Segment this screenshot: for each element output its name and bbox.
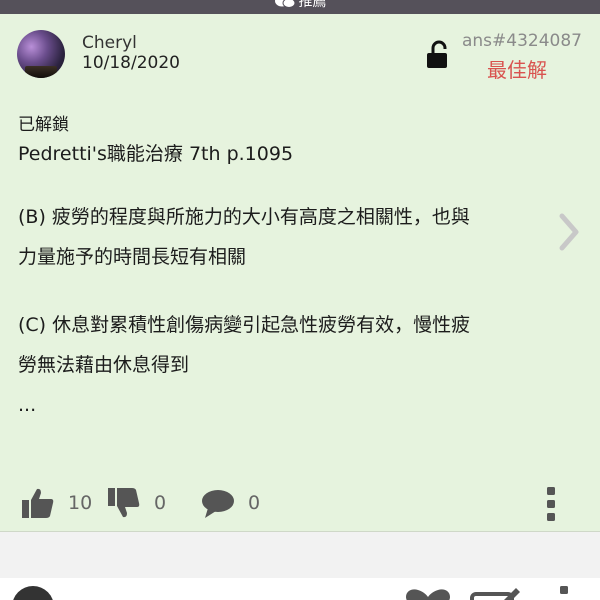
thumbs-up-icon [22, 488, 54, 518]
next-user-avatar[interactable] [12, 586, 54, 600]
chat-bubbles-icon [274, 0, 295, 8]
thumbs-down-icon [108, 488, 140, 518]
option-c-line-1: (C) 休息對累積性創傷病變引起急性疲勞有效，慢性疲 [18, 314, 471, 336]
user-avatar[interactable] [17, 30, 65, 78]
option-b-line-2: 力量施予的時間長短有相關 [18, 246, 247, 268]
option-c-line-2: 勞無法藉由休息得到 [18, 354, 190, 376]
comment-count: 0 [248, 492, 261, 514]
next-more-options-icon[interactable] [559, 584, 569, 600]
heart-icon[interactable] [402, 588, 454, 600]
best-answer-badge: 最佳解 [487, 58, 547, 82]
answer-card: Cheryl 10/18/2020 ans#4324087 最佳解 已解鎖 Pe… [0, 14, 600, 532]
recommend-label: 推薦 [298, 0, 327, 10]
unlocked-lock-icon [427, 40, 447, 68]
recommend-bar[interactable]: 推薦 [0, 0, 600, 14]
option-b-line-1: (B) 疲勞的程度與所施力的大小有高度之相關性，也與 [18, 206, 470, 228]
like-count: 10 [68, 492, 93, 514]
dislike-button[interactable]: 0 [106, 486, 166, 520]
more-options-icon[interactable] [544, 486, 558, 522]
answer-id: ans#4324087 [461, 31, 582, 51]
comment-button[interactable]: 0 [200, 486, 260, 520]
action-bar: 10 0 0 [20, 486, 585, 522]
next-answer-header [0, 578, 600, 600]
answer-content: 已解鎖 Pedretti's職能治療 7th p.1095 (B) 疲勞的程度與… [18, 111, 583, 425]
comment-bubble-icon [202, 490, 234, 518]
like-button[interactable]: 10 [20, 486, 92, 520]
chevron-right-icon[interactable] [556, 212, 582, 252]
username[interactable]: Cheryl [82, 33, 137, 53]
unlocked-label: 已解鎖 [18, 115, 69, 135]
post-date: 10/18/2020 [82, 53, 180, 73]
source-line: Pedretti's職能治療 7th p.1095 [18, 143, 294, 165]
edit-icon[interactable] [470, 584, 522, 600]
ellipsis: ... [18, 394, 37, 416]
dislike-count: 0 [154, 492, 167, 514]
